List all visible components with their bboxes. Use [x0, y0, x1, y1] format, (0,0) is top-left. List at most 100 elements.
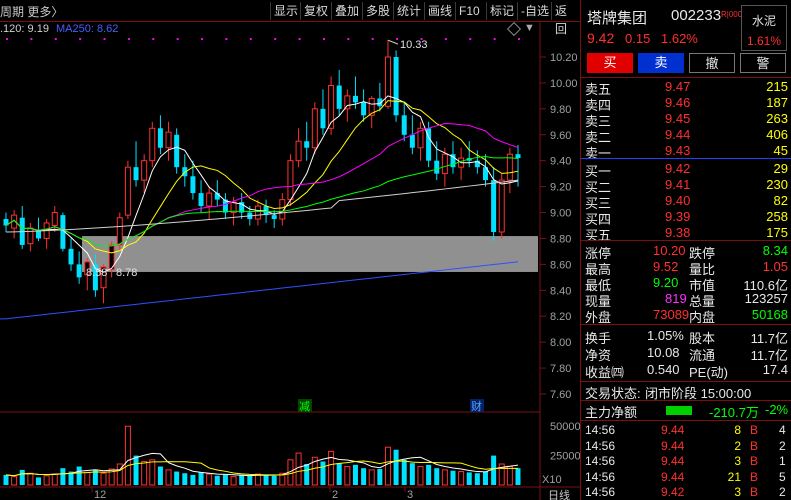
- signal-dot: [6, 38, 8, 40]
- volume-bar: [304, 464, 310, 485]
- watchlist-button[interactable]: -自选: [517, 2, 552, 20]
- stat-row: 现量 819 总量 123257: [585, 291, 788, 309]
- fund-row: 换手 1.05% 股本 11.7亿: [585, 328, 788, 346]
- volume-bar: [352, 464, 358, 485]
- draw-line-button[interactable]: 画线: [424, 2, 455, 20]
- sell-button[interactable]: 卖: [638, 53, 684, 73]
- ask-row[interactable]: 卖一 9.43 45: [581, 142, 791, 161]
- date-label: 2: [332, 489, 338, 500]
- candle-body: [271, 215, 277, 220]
- signal-dot: [322, 38, 325, 40]
- candle-body: [401, 115, 407, 135]
- signal-dot: [396, 38, 399, 40]
- ma-line: [5, 155, 519, 247]
- volume-bar: [36, 477, 42, 485]
- candle-body: [498, 179, 505, 233]
- volume-bar: [222, 474, 228, 485]
- ask-row[interactable]: 卖二 9.44 406: [581, 126, 791, 145]
- price-axis-label: 9.60: [550, 130, 571, 142]
- price-pct: 1.62%: [661, 31, 698, 46]
- volume-bar: [51, 473, 58, 486]
- volume-bar: [368, 469, 375, 486]
- quote-panel: 塔牌集团 002233 R|000 水泥 1.61% 9.42 0.15 1.6…: [580, 0, 791, 500]
- signal-dot: [201, 38, 204, 40]
- mark-button[interactable]: 标记: [486, 2, 517, 20]
- volume-bar: [441, 469, 448, 486]
- tick-row[interactable]: 14:56 9.44 8 B 4: [581, 423, 791, 438]
- low-label-1: 8.58: [86, 267, 107, 279]
- kline-chart-area[interactable]: 周期 更多〉 显示 复权 叠加 多股 统计 画线 F10 标记 -自选 返回 .…: [0, 0, 580, 500]
- multi-stock-button[interactable]: 多股: [362, 2, 393, 20]
- volume-bar: [124, 425, 131, 486]
- event-finance-label: 财: [471, 399, 482, 413]
- volume-bar: [458, 471, 465, 486]
- ma-line: [5, 123, 519, 247]
- price-axis-label: 8.60: [550, 259, 571, 271]
- volume-bar: [214, 475, 220, 485]
- tick-row[interactable]: 14:56 9.44 3 B 1: [581, 454, 791, 469]
- display-button[interactable]: 显示: [270, 2, 301, 20]
- price-axis-label: 10.00: [550, 78, 578, 90]
- ask-row[interactable]: 卖五 9.47 215: [581, 78, 791, 97]
- volume-bar: [157, 466, 163, 485]
- alert-button[interactable]: 警: [740, 53, 786, 73]
- volume-bar: [84, 471, 91, 486]
- bid-row[interactable]: 买五 9.38 175: [581, 224, 791, 243]
- candle-body: [149, 127, 156, 162]
- bid-row[interactable]: 买三 9.40 82: [581, 192, 791, 211]
- candle-body: [304, 141, 310, 148]
- price-axis-label: 7.80: [550, 363, 571, 375]
- volume-bar: [336, 463, 342, 485]
- volume-bar: [474, 473, 480, 485]
- sector-box[interactable]: 水泥 1.61%: [741, 5, 787, 51]
- volume-bar: [230, 476, 237, 486]
- cancel-order-button[interactable]: 撤: [689, 53, 735, 73]
- volume-bar: [384, 446, 391, 486]
- kline-svg: 10.20 10.00 9.80 9.60 9.40 9.20 9.00 8.80 8.60 8.…: [0, 22, 580, 500]
- candle-body: [361, 102, 367, 116]
- volume-bar: [190, 474, 196, 485]
- ask-row[interactable]: 卖四 9.46 187: [581, 94, 791, 113]
- volume-bar: [43, 475, 50, 486]
- buy-button[interactable]: 买: [587, 53, 633, 73]
- signal-dot: [298, 38, 301, 40]
- candle-body: [51, 212, 58, 227]
- volume-bar: [393, 449, 399, 485]
- adjust-button[interactable]: 复权: [300, 2, 331, 20]
- price-axis-label: 8.20: [550, 311, 571, 323]
- bid-row[interactable]: 买一 9.42 29: [581, 160, 791, 179]
- volume-bar: [11, 476, 18, 486]
- overlay-button[interactable]: 叠加: [331, 2, 362, 20]
- volume-bar: [377, 469, 383, 485]
- bid-row[interactable]: 买四 9.39 258: [581, 208, 791, 227]
- price-axis-label: 9.00: [550, 208, 571, 220]
- low-label-2: 8.78: [116, 267, 137, 279]
- statistics-button[interactable]: 统计: [393, 2, 424, 20]
- price-axis-label: 8.40: [550, 285, 571, 297]
- ask-row[interactable]: 卖三 9.45 263: [581, 110, 791, 129]
- price-axis-label: 9.20: [550, 182, 571, 194]
- candle-body: [384, 56, 391, 107]
- sector-name: 水泥: [751, 14, 776, 28]
- sector-pct: 1.61%: [746, 34, 782, 48]
- signal-dot: [469, 38, 472, 40]
- tick-row[interactable]: 14:56 9.42 3 B 2: [581, 485, 791, 500]
- last-price: 9.42: [587, 30, 615, 46]
- candle-body: [515, 154, 521, 159]
- bid-row[interactable]: 买二 9.41 230: [581, 176, 791, 195]
- tick-row[interactable]: 14:56 9.44 2 B 2: [581, 439, 791, 454]
- volume-bar: [417, 466, 424, 486]
- candle-body: [133, 167, 139, 181]
- volume-axis-label: 25000: [550, 451, 580, 463]
- candle-body: [295, 140, 302, 162]
- signal-dot: [444, 38, 447, 40]
- f10-button[interactable]: F10: [455, 2, 483, 20]
- tick-row[interactable]: 14:56 9.44 21 B 5: [581, 470, 791, 485]
- volume-bar: [401, 459, 407, 485]
- back-button[interactable]: 返回: [551, 2, 580, 36]
- volume-bar: [247, 475, 253, 485]
- candle-body: [157, 128, 163, 148]
- candle-body: [124, 166, 131, 216]
- volume-bar: [271, 475, 277, 485]
- period-menu[interactable]: 周期 更多〉: [0, 3, 63, 20]
